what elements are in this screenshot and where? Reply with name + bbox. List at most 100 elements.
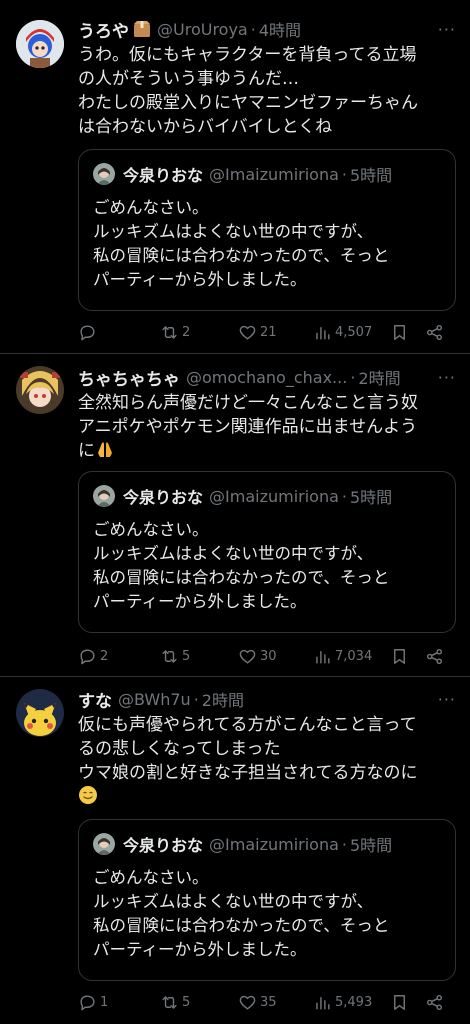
package-emoji-icon [133,20,151,38]
display-name[interactable]: ちゃちゃちゃ [78,366,180,389]
quoted-text-line: ごめんなさい。 [93,520,209,539]
quoted-timestamp: 5時間 [350,166,393,185]
retweet-count: 5 [182,648,191,664]
timestamp[interactable]: 2時間 [202,688,244,710]
quoted-timestamp: 5時間 [350,488,393,507]
bookmark-icon [394,994,405,1010]
smiling-face-with-tear-emoji-icon [78,785,98,812]
avatar[interactable] [16,689,64,737]
tweet-actions: 2 5 30 7,034 [78,644,458,668]
quoted-tweet-text: ごめんなさい。 ルッキズムはよくない世の中ですが、 私の冒険には合わなかったので… [93,196,445,292]
reply-icon [80,994,95,1010]
view-count: 5,493 [335,994,373,1010]
quoted-user-handle: @Imaizumiriona [209,486,339,506]
quoted-text-line: 私の冒険には合わなかったので、そっと [93,916,390,935]
tweet-text-line: は合わないからバイバイしとくね [78,117,333,137]
display-name[interactable]: うろや [78,18,129,41]
avatar[interactable] [16,366,64,414]
like-button[interactable]: 30 [238,644,277,668]
reply-icon [80,324,95,340]
share-icon [426,648,443,664]
quoted-avatar [93,485,115,507]
bookmark-button[interactable] [390,644,409,668]
avatar[interactable] [16,20,64,68]
retweet-count: 2 [182,324,191,340]
tweet[interactable]: うろや @UroUroya · 4時間 ··· うわ。仮にもキャラクターを背負っ… [0,0,470,354]
views-button[interactable]: 5,493 [313,990,372,1014]
like-button[interactable]: 21 [238,320,277,344]
reply-count: 2 [100,648,109,664]
retweet-button[interactable]: 5 [160,644,190,668]
quoted-text-line: パーティーから外しました。 [93,940,307,959]
retweet-button[interactable]: 2 [160,320,190,344]
quoted-display-name: 今泉りおな [123,488,204,507]
views-button[interactable]: 4,507 [313,320,372,344]
retweet-button[interactable]: 5 [160,990,190,1014]
retweet-icon [162,325,177,339]
views-button[interactable]: 7,034 [313,644,372,668]
views-chart-icon [316,326,330,340]
reply-icon [80,648,95,664]
more-options-icon[interactable]: ··· [430,20,456,39]
avatar-image [16,689,64,737]
bookmark-icon [394,648,405,664]
tweet-text: 全然知らん声優だけど一々こんなこと言う奴 アニポケやポケモン関連作品に出ませんよ… [78,391,456,466]
share-button[interactable] [425,320,444,344]
tweet[interactable]: すな @BWh7u · 2時間 ··· 仮にも声優やられてる方がこんなこと言って… [0,677,470,1024]
like-button[interactable]: 35 [238,990,277,1014]
reply-button[interactable] [78,320,100,344]
tweet-text-line: に [78,439,456,466]
tweet[interactable]: ちゃちゃちゃ @omochano_chax... · 2時間 ··· 全然知らん… [0,354,470,677]
quoted-tweet-header: 今泉りおな @Imaizumiriona · 5時間 [93,484,445,508]
user-handle[interactable]: @omochano_chax... [186,368,347,387]
separator-dot: · [193,689,199,709]
separator-dot: · [250,19,256,39]
more-options-icon[interactable]: ··· [430,690,456,709]
quoted-avatar [93,833,115,855]
bookmark-button[interactable] [390,990,409,1014]
quoted-text-line: ルッキズムはよくない世の中ですが、 [93,222,374,241]
quoted-text-line: パーティーから外しました。 [93,270,307,289]
user-handle[interactable]: @BWh7u [118,690,191,709]
quoted-tweet[interactable]: 今泉りおな @Imaizumiriona · 5時間 ごめんなさい。 ルッキズム… [78,149,456,311]
bookmark-button[interactable] [390,320,409,344]
display-name[interactable]: すな [78,688,112,711]
quoted-text-line: ルッキズムはよくない世の中ですが、 [93,892,374,911]
quoted-user-handle: @Imaizumiriona [209,834,339,854]
retweet-icon [162,649,177,663]
tweet-text-line: 全然知らん声優だけど一々こんなこと言う奴 [78,393,418,413]
like-count: 21 [260,324,277,340]
avatar-image [16,20,64,68]
reply-button[interactable]: 2 [78,644,108,668]
quoted-tweet-header: 今泉りおな @Imaizumiriona · 5時間 [93,832,445,856]
share-button[interactable] [425,644,444,668]
quoted-display-name: 今泉りおな [123,836,204,855]
quoted-text-line: ごめんなさい。 [93,198,209,217]
quoted-tweet[interactable]: 今泉りおな @Imaizumiriona · 5時間 ごめんなさい。 ルッキズム… [78,471,456,633]
views-chart-icon [316,996,330,1010]
timestamp[interactable]: 4時間 [259,18,301,40]
share-icon [426,994,443,1010]
tweet-text-line [78,785,456,812]
quoted-user-handle: @Imaizumiriona [209,164,339,184]
timestamp[interactable]: 2時間 [358,366,400,388]
more-options-icon[interactable]: ··· [430,368,456,387]
retweet-count: 5 [182,994,191,1010]
separator-dot: · [341,164,347,184]
share-button[interactable] [425,990,444,1014]
reply-button[interactable]: 1 [78,990,108,1014]
user-handle[interactable]: @UroUroya [157,20,248,39]
heart-icon [239,649,256,664]
heart-icon [239,995,256,1010]
tweet-text-line: ウマ娘の割と好きな子担当されてる方なのに [78,763,418,783]
tweet-actions: 1 5 35 5,493 [78,990,458,1014]
tweet-text-line: 仮にも声優やられてる方がこんなこと言って [78,715,417,735]
quoted-text-line: 私の冒険には合わなかったので、そっと [93,568,390,587]
quoted-tweet[interactable]: 今泉りおな @Imaizumiriona · 5時間 ごめんなさい。 ルッキズム… [78,819,456,981]
quoted-tweet-header: 今泉りおな @Imaizumiriona · 5時間 [93,162,445,186]
bookmark-icon [394,324,405,340]
reply-count: 1 [100,994,109,1010]
folded-hands-emoji-icon [95,439,115,466]
view-count: 4,507 [335,324,373,340]
quoted-tweet-text: ごめんなさい。 ルッキズムはよくない世の中ですが、 私の冒険には合わなかったので… [93,866,445,962]
